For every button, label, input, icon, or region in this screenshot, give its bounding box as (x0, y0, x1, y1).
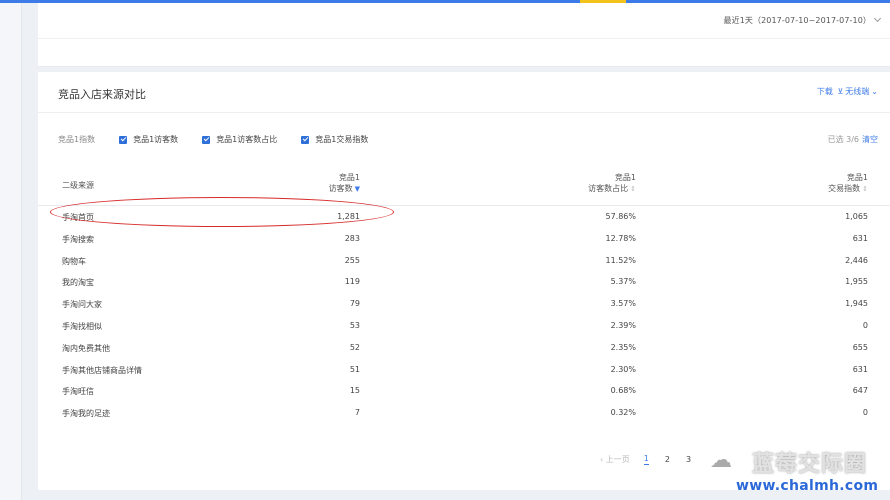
checkbox-checked-icon (301, 135, 310, 144)
cell-visitors: 79 (349, 299, 360, 309)
cell-trade: 1,945 (845, 299, 868, 309)
cell-visitors: 255 (344, 255, 360, 265)
cell-trade: 631 (852, 233, 868, 243)
column-header-source: 二级来源 (62, 181, 94, 190)
cell-share: 3.57% (610, 299, 636, 309)
column-header-visitors[interactable]: 竞品1 访客数 ▼ (329, 172, 360, 195)
cell-trade: 0 (862, 320, 868, 330)
cell-source: 购物车 (62, 256, 86, 266)
column-header-line1: 竞品1 (614, 173, 636, 182)
divider (38, 112, 890, 113)
download-icon: ⊻ (837, 87, 844, 96)
cell-trade: 1,955 (845, 277, 868, 287)
panel-actions: 下载 ⊻ 无线端 ⌄ (815, 86, 878, 97)
download-link[interactable]: 下载 (817, 87, 833, 96)
table-row: 手淘问大家 79 3.57% 1,945 (38, 293, 890, 315)
cell-source: 手淘找相似 (62, 321, 102, 331)
sort-icon: ⇕ (862, 185, 868, 193)
watermark-url: www.chalmh.com (736, 478, 879, 494)
sort-icon: ⇕ (630, 185, 636, 193)
cell-share: 12.78% (605, 233, 636, 243)
metric-filters: 竞品1指数 竞品1访客数 竞品1访客数占比 竞品1交易指数 (58, 134, 392, 145)
cell-visitors: 7 (354, 408, 360, 418)
column-header-line2: 访客数 (328, 184, 353, 193)
pager-page-3[interactable]: 3 (686, 455, 691, 464)
table-row: 手淘我的足迹 7 0.32% 0 (38, 402, 890, 424)
cell-share: 0.68% (610, 386, 636, 396)
cell-source: 手淘我的足迹 (62, 409, 110, 419)
pager-page-2[interactable]: 2 (665, 455, 670, 464)
table-row: 淘内免费其他 52 2.35% 655 (38, 337, 890, 359)
checkbox-checked-icon (119, 135, 128, 144)
filter-checkbox-visitors[interactable]: 竞品1访客数 (119, 134, 178, 145)
panel-title: 竞品入店来源对比 (58, 88, 146, 101)
cell-share: 2.35% (610, 342, 636, 352)
table-body: 手淘首页 1,281 57.86% 1,065 手淘搜索 283 12.78% … (38, 206, 890, 424)
chevron-down-icon: ⌄ (871, 87, 878, 96)
wechat-icon: ☁ (710, 448, 732, 473)
checkbox-checked-icon (202, 135, 211, 144)
divider (38, 38, 890, 39)
competitor-source-panel: 竞品入店来源对比 下载 ⊻ 无线端 ⌄ 竞品1指数 竞品1访客数 竞品1访客数占比 … (38, 72, 890, 490)
cell-visitors: 53 (349, 320, 360, 330)
table-row: 手淘搜索 283 12.78% 631 (38, 228, 890, 250)
cell-source: 手淘旺信 (62, 387, 94, 397)
filter-checkbox-label: 竞品1交易指数 (315, 135, 369, 144)
cell-share: 11.52% (605, 255, 636, 265)
cell-trade: 655 (852, 342, 868, 352)
red-highlight-ellipse (50, 197, 394, 227)
sort-desc-icon: ▼ (354, 185, 360, 193)
cell-visitors: 283 (344, 233, 360, 243)
cell-share: 57.86% (605, 212, 636, 221)
cell-source: 淘内免费其他 (62, 343, 110, 353)
pager-prev-label: 上一页 (605, 455, 630, 464)
column-header-share[interactable]: 竞品1 访客数占比 ⇕ (588, 172, 636, 195)
cell-source: 手淘搜索 (62, 234, 94, 244)
cell-visitors: 52 (349, 342, 360, 352)
date-range-text: 最近1天（2017-07-10~2017-07-10） (723, 16, 871, 25)
table-row: 购物车 255 11.52% 2,446 (38, 250, 890, 272)
chevron-down-icon (873, 14, 882, 23)
clear-link[interactable]: 清空 (862, 135, 878, 144)
cell-trade: 647 (852, 386, 868, 396)
pager-prev-button[interactable]: ‹ 上一页 (600, 454, 630, 465)
filter-checkbox-label: 竞品1访客数 (133, 135, 179, 144)
cell-trade: 1,065 (845, 212, 868, 221)
table-row: 我的淘宝 119 5.37% 1,955 (38, 271, 890, 293)
cell-source: 我的淘宝 (62, 278, 94, 288)
filter-checkbox-visitor-share[interactable]: 竞品1访客数占比 (202, 134, 277, 145)
pagination: ‹ 上一页 1 2 3 (600, 454, 707, 465)
filter-group-label: 竞品1指数 (58, 135, 96, 144)
cell-visitors: 51 (349, 364, 360, 374)
selected-count-text: 已选 3/6 (827, 135, 859, 144)
table-row: 手淘旺信 15 0.68% 647 (38, 380, 890, 402)
cell-share: 2.39% (610, 320, 636, 330)
wireless-selector[interactable]: 无线端 (845, 87, 869, 96)
cell-source: 手淘其他店铺商品详情 (62, 365, 142, 375)
cell-share: 0.32% (610, 408, 636, 418)
selected-count: 已选 3/6 清空 (828, 134, 878, 145)
table-row: 手淘其他店铺商品详情 51 2.30% 631 (38, 359, 890, 381)
cell-share: 5.37% (610, 277, 636, 287)
date-filter-panel: 最近1天（2017-07-10~2017-07-10） (38, 3, 890, 67)
cell-trade: 0 (862, 408, 868, 418)
column-header-line1: 竞品1 (846, 173, 868, 182)
column-header-line2: 访客数占比 (588, 184, 629, 193)
filter-checkbox-trade-index[interactable]: 竞品1交易指数 (301, 134, 368, 145)
cell-source: 手淘问大家 (62, 300, 102, 310)
cell-trade: 631 (852, 364, 868, 374)
left-sidebar (0, 3, 22, 500)
cell-visitors: 119 (344, 277, 360, 287)
cell-share: 2.30% (610, 364, 636, 374)
column-header-line2: 交易指数 (828, 184, 861, 193)
date-range-selector[interactable]: 最近1天（2017-07-10~2017-07-10） (723, 14, 882, 26)
watermark-title: 蓝莓交际圈 (752, 452, 868, 477)
cell-trade: 2,446 (845, 255, 868, 265)
cell-visitors: 15 (349, 386, 360, 396)
table-row: 手淘找相似 53 2.39% 0 (38, 315, 890, 337)
filter-checkbox-label: 竞品1访客数占比 (216, 135, 278, 144)
column-header-line1: 竞品1 (338, 173, 360, 182)
column-header-trade[interactable]: 竞品1 交易指数 ⇕ (828, 172, 868, 195)
pager-page-1[interactable]: 1 (643, 454, 649, 465)
